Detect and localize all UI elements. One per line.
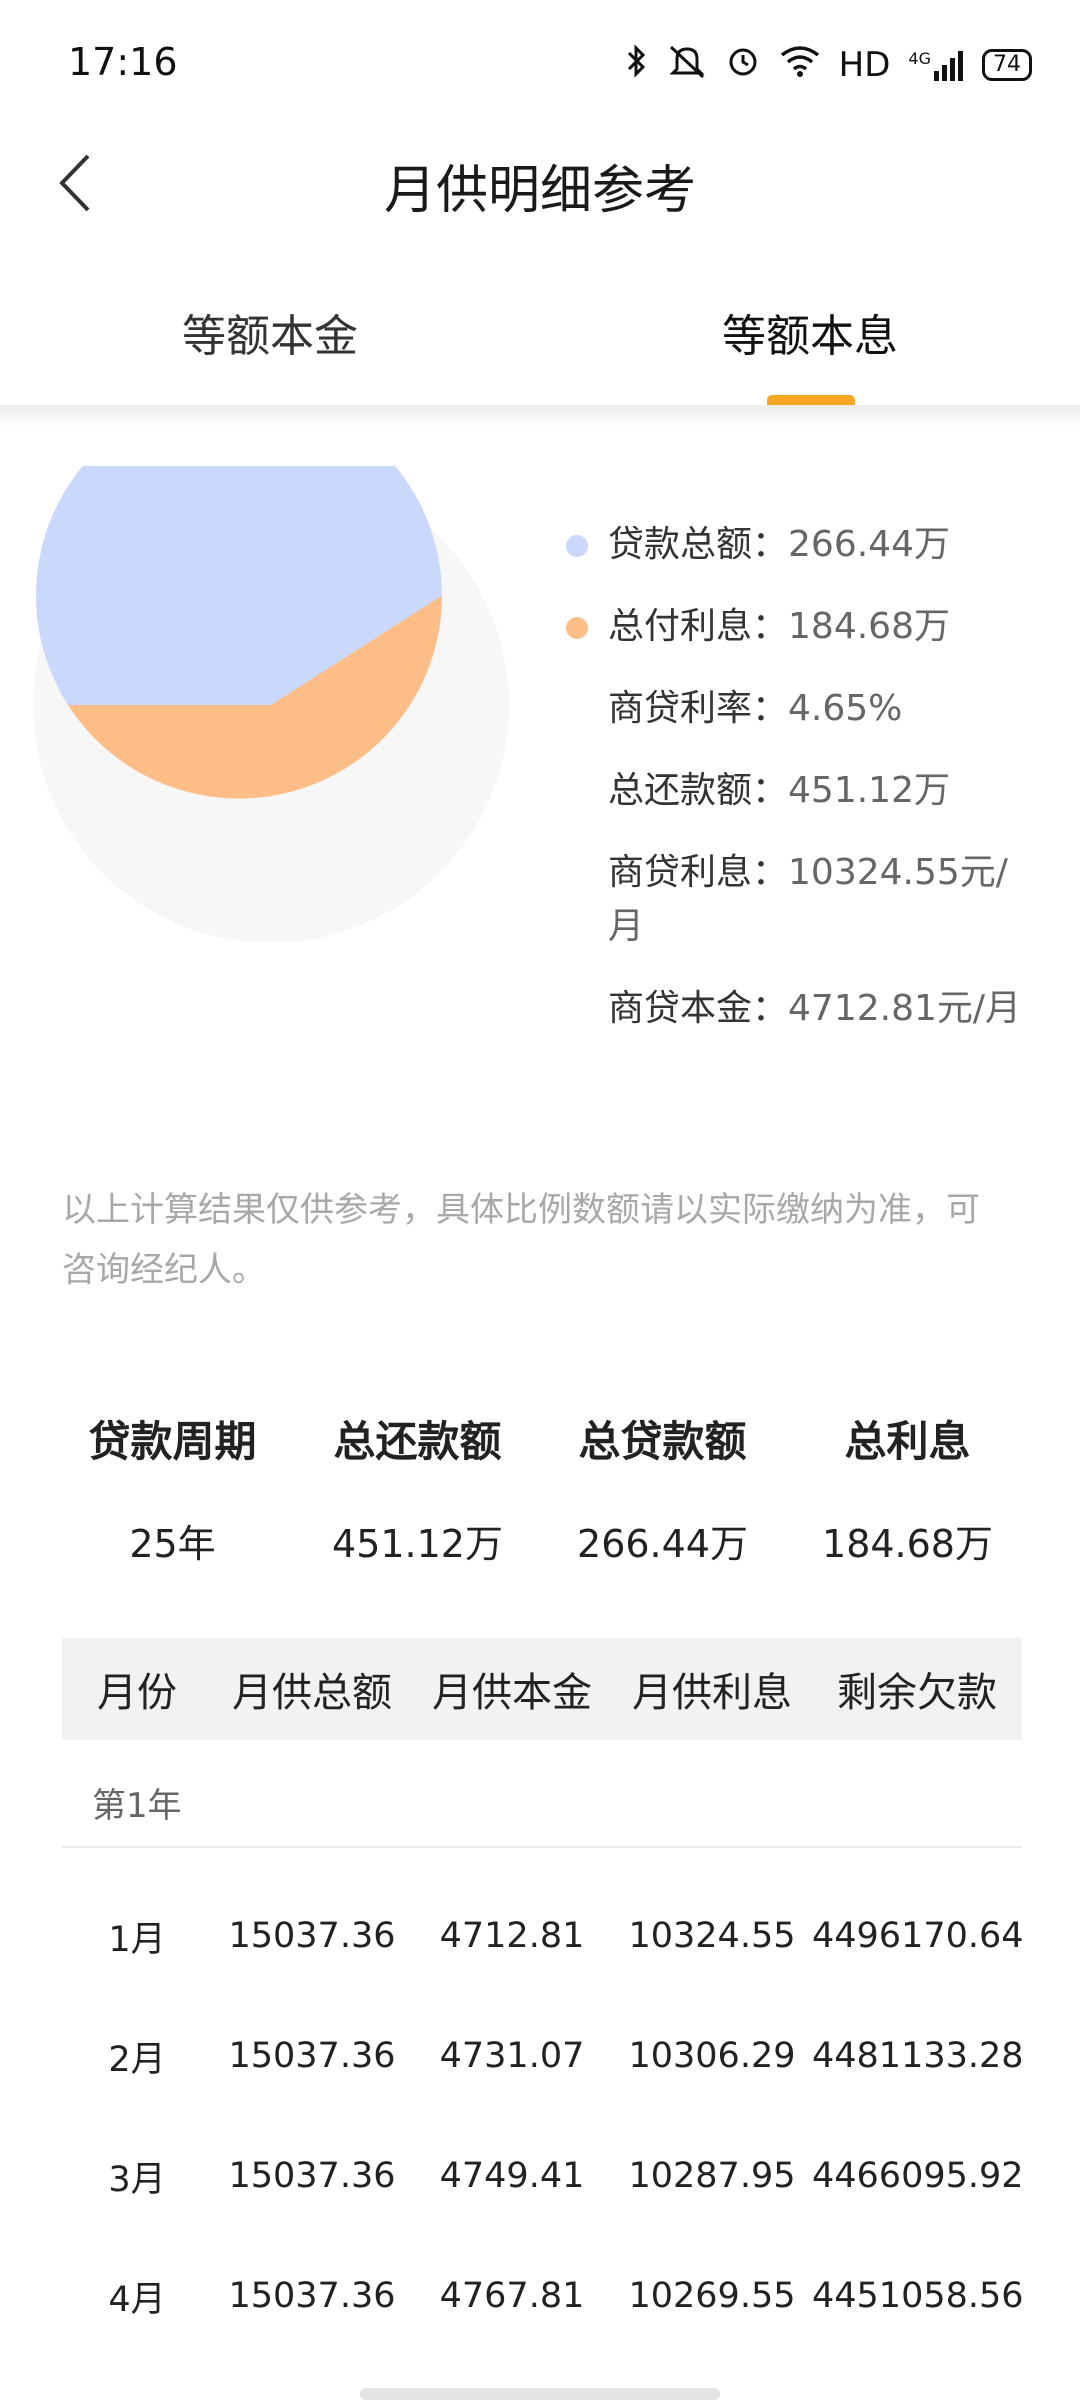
tab-equal-principal[interactable]: 等额本金 [135, 300, 405, 364]
header-month: 月份 [97, 1670, 177, 1716]
header-remaining-balance: 剩余欠款 [837, 1670, 997, 1716]
nav-bar: 月供明细参考 [0, 130, 1080, 240]
detail-monthly-principal: 商贷本金：4712.81元/月 [608, 988, 1022, 1029]
interest-color-dot [566, 617, 588, 639]
summary-repay-total: 总还款额 451.12万 [332, 1417, 503, 1566]
header-monthly-total: 月供总额 [232, 1670, 392, 1716]
detail-rate: 商贷利率： 4.65% [608, 688, 903, 729]
payment-table-header: 月份 月供总额 月供本金 月供利息 剩余欠款 [62, 1638, 1022, 1740]
table-row: 1月 15037.36 4712.81 10324.55 4496170.64 [108, 1916, 1024, 1960]
loan-summary: 贷款周期 25年 总还款额 451.12万 总贷款额 266.44万 总利息 1… [50, 1408, 1030, 1568]
summary-interest-total: 总利息 184.68万 [822, 1417, 993, 1566]
year-divider [62, 1846, 1022, 1848]
page-title: 月供明细参考 [383, 161, 696, 221]
payment-table-body: 1月 15037.36 4712.81 10324.55 4496170.64 … [62, 1876, 1024, 2356]
loan-details: 贷款总额： 266.44万 总付利息： 184.68万 商贷利率： 4.65% … [566, 518, 1066, 1064]
bluetooth-icon [625, 43, 649, 88]
year-section-label: 第1年 [92, 1786, 182, 1826]
home-indicator[interactable] [360, 2388, 720, 2400]
legend-loan-total: 贷款总额： 266.44万 [566, 518, 1066, 572]
table-row: 3月 15037.36 4749.41 10287.95 4466095.92 [108, 2156, 1024, 2200]
header-monthly-interest: 月供利息 [632, 1670, 792, 1716]
tab-equal-installment[interactable]: 等额本息 [675, 300, 945, 364]
network-label: HD [838, 45, 891, 85]
status-icons: HD 4G 74 [625, 40, 1032, 90]
summary-period: 贷款周期 25年 [88, 1417, 257, 1566]
battery-icon: 74 [982, 49, 1032, 81]
active-tab-indicator [767, 395, 855, 405]
summary-loan-total: 总贷款额 266.44万 [577, 1417, 748, 1566]
status-time: 17:16 [68, 40, 178, 84]
loan-pie-chart [32, 392, 510, 944]
detail-repay-total: 总还款额： 451.12万 [608, 770, 950, 811]
header-monthly-principal: 月供本金 [432, 1670, 592, 1716]
wifi-icon [779, 43, 821, 88]
loan-color-dot [566, 535, 588, 557]
mute-icon [667, 43, 707, 88]
alarm-icon [725, 43, 761, 88]
table-row: 2月 15037.36 4731.07 10306.29 4481133.28 [108, 2036, 1024, 2080]
detail-monthly-interest: 商贷利息：10324.55元/月 [608, 852, 1008, 947]
status-bar: 17:16 HD 4G 74 [0, 0, 1080, 130]
signal-icon: 4G [908, 49, 964, 81]
table-row: 4月 15037.36 4767.81 10269.55 4451058.56 [108, 2276, 1024, 2320]
tab-bar: 等额本金 等额本息 [0, 270, 1080, 405]
tabs-divider [0, 405, 1080, 427]
legend-interest-total: 总付利息： 184.68万 [566, 600, 1066, 654]
disclaimer-text: 以上计算结果仅供参考，具体比例数额请以实际缴纳为准，可咨询经纪人。 [62, 1190, 980, 1290]
